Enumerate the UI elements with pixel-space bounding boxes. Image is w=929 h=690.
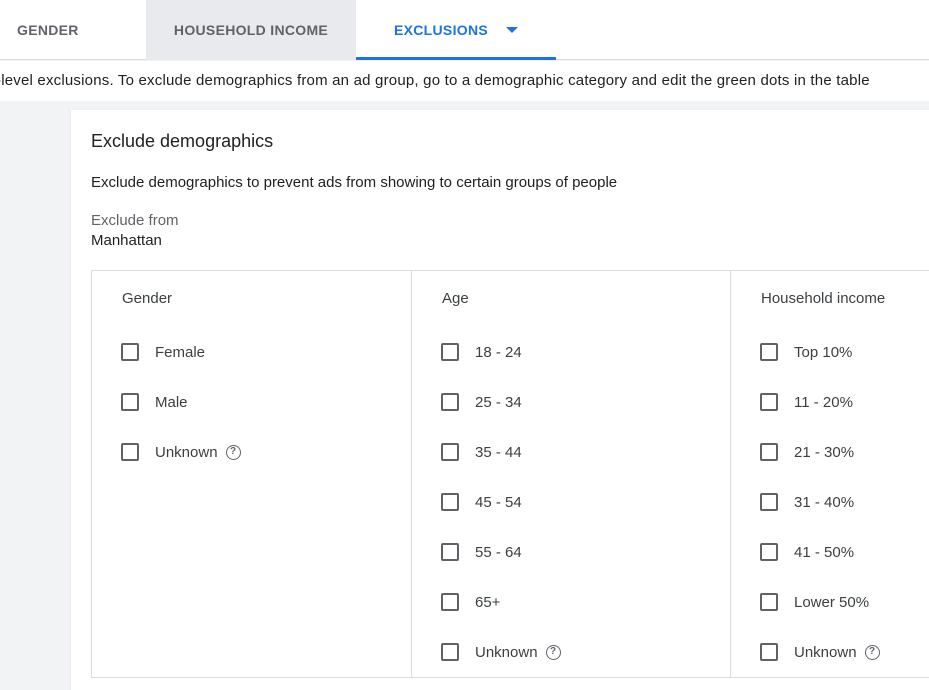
option-household-income-4[interactable]: 41 - 50% — [760, 540, 854, 564]
option-label: Unknown — [475, 643, 538, 661]
checkbox[interactable] — [760, 443, 778, 461]
checkbox[interactable] — [760, 593, 778, 611]
option-label: Male — [155, 393, 188, 411]
option-label: Unknown — [794, 643, 857, 661]
info-banner: -level exclusions. To exclude demographi… — [0, 61, 929, 101]
option-label: 41 - 50% — [794, 543, 855, 561]
option-household-income-6[interactable]: Unknown? — [760, 640, 880, 664]
age-column: Age 18 - 24 25 - 34 35 - 44 45 - 54 55 - 64 6… — [412, 271, 731, 677]
option-label: Unknown — [155, 443, 218, 461]
option-household-income-2[interactable]: 21 - 30% — [760, 440, 854, 464]
option-label: Lower 50% — [794, 593, 870, 611]
exclusion-grid: Gender Female Male Unknown? Age 18 - 24 25 … — [91, 270, 929, 678]
gender-column: Gender Female Male Unknown? — [92, 271, 412, 677]
checkbox[interactable] — [441, 493, 459, 511]
tab-exclusions-label: EXCLUSIONS — [393, 22, 488, 38]
help-icon[interactable]: ? — [545, 644, 561, 660]
option-label: 11 - 20% — [794, 393, 853, 411]
help-icon[interactable]: ? — [864, 644, 880, 660]
option-household-income-0[interactable]: Top 10% — [760, 340, 852, 364]
option-gender-1[interactable]: Male — [121, 390, 188, 414]
checkbox[interactable] — [441, 593, 459, 611]
option-age-3[interactable]: 45 - 54 — [441, 490, 522, 514]
tab-gender[interactable]: GENDER — [0, 0, 146, 60]
checkbox[interactable] — [441, 543, 459, 561]
household-income-column-header: Household income — [761, 290, 886, 307]
info-text: -level exclusions. To exclude demographi… — [0, 71, 870, 89]
checkbox[interactable] — [441, 393, 459, 411]
option-age-5[interactable]: 65+ — [441, 590, 500, 614]
exclude-from-value: Manhattan — [91, 232, 162, 249]
option-age-2[interactable]: 35 - 44 — [441, 440, 522, 464]
tab-gender-label: GENDER — [17, 22, 79, 38]
help-icon[interactable]: ? — [225, 444, 241, 460]
age-column-header: Age — [442, 290, 469, 307]
card-description: Exclude demographics to prevent ads from… — [91, 174, 618, 191]
option-household-income-1[interactable]: 11 - 20% — [760, 390, 853, 414]
option-label: 55 - 64 — [475, 543, 522, 561]
exclude-from-label: Exclude from — [91, 212, 179, 229]
option-age-4[interactable]: 55 - 64 — [441, 540, 522, 564]
option-label: Female — [155, 343, 206, 361]
tab-household-income-label: HOUSEHOLD INCOME — [173, 22, 329, 38]
option-age-6[interactable]: Unknown? — [441, 640, 561, 664]
checkbox[interactable] — [441, 343, 459, 361]
option-label: 35 - 44 — [475, 443, 522, 461]
checkbox[interactable] — [121, 393, 139, 411]
option-label: 31 - 40% — [794, 493, 855, 511]
card-title: Exclude demographics — [91, 131, 274, 151]
option-label: 45 - 54 — [475, 493, 522, 511]
checkbox[interactable] — [760, 343, 778, 361]
tab-exclusions[interactable]: EXCLUSIONS — [356, 0, 556, 60]
option-label: 18 - 24 — [475, 343, 522, 361]
checkbox[interactable] — [121, 343, 139, 361]
gender-column-header: Gender — [122, 290, 173, 307]
option-household-income-5[interactable]: Lower 50% — [760, 590, 869, 614]
option-label: 21 - 30% — [794, 443, 855, 461]
option-label: 65+ — [475, 593, 501, 611]
checkbox[interactable] — [121, 443, 139, 461]
option-age-0[interactable]: 18 - 24 — [441, 340, 522, 364]
checkbox[interactable] — [760, 543, 778, 561]
option-age-1[interactable]: 25 - 34 — [441, 390, 522, 414]
checkbox[interactable] — [441, 443, 459, 461]
checkbox[interactable] — [441, 643, 459, 661]
dropdown-caret-icon[interactable] — [506, 27, 518, 33]
option-gender-0[interactable]: Female — [121, 340, 205, 364]
exclude-demographics-card: Exclude demographics Exclude demographic… — [71, 110, 929, 690]
tab-bar: GENDER HOUSEHOLD INCOME EXCLUSIONS — [0, 0, 929, 60]
tab-household-income[interactable]: HOUSEHOLD INCOME — [146, 0, 356, 60]
checkbox[interactable] — [760, 643, 778, 661]
option-label: Top 10% — [794, 343, 853, 361]
option-household-income-3[interactable]: 31 - 40% — [760, 490, 854, 514]
option-gender-2[interactable]: Unknown? — [121, 440, 241, 464]
checkbox[interactable] — [760, 393, 778, 411]
checkbox[interactable] — [760, 493, 778, 511]
household-income-column: Household income Top 10% 11 - 20% 21 - 30%… — [731, 271, 929, 677]
option-label: 25 - 34 — [475, 393, 522, 411]
